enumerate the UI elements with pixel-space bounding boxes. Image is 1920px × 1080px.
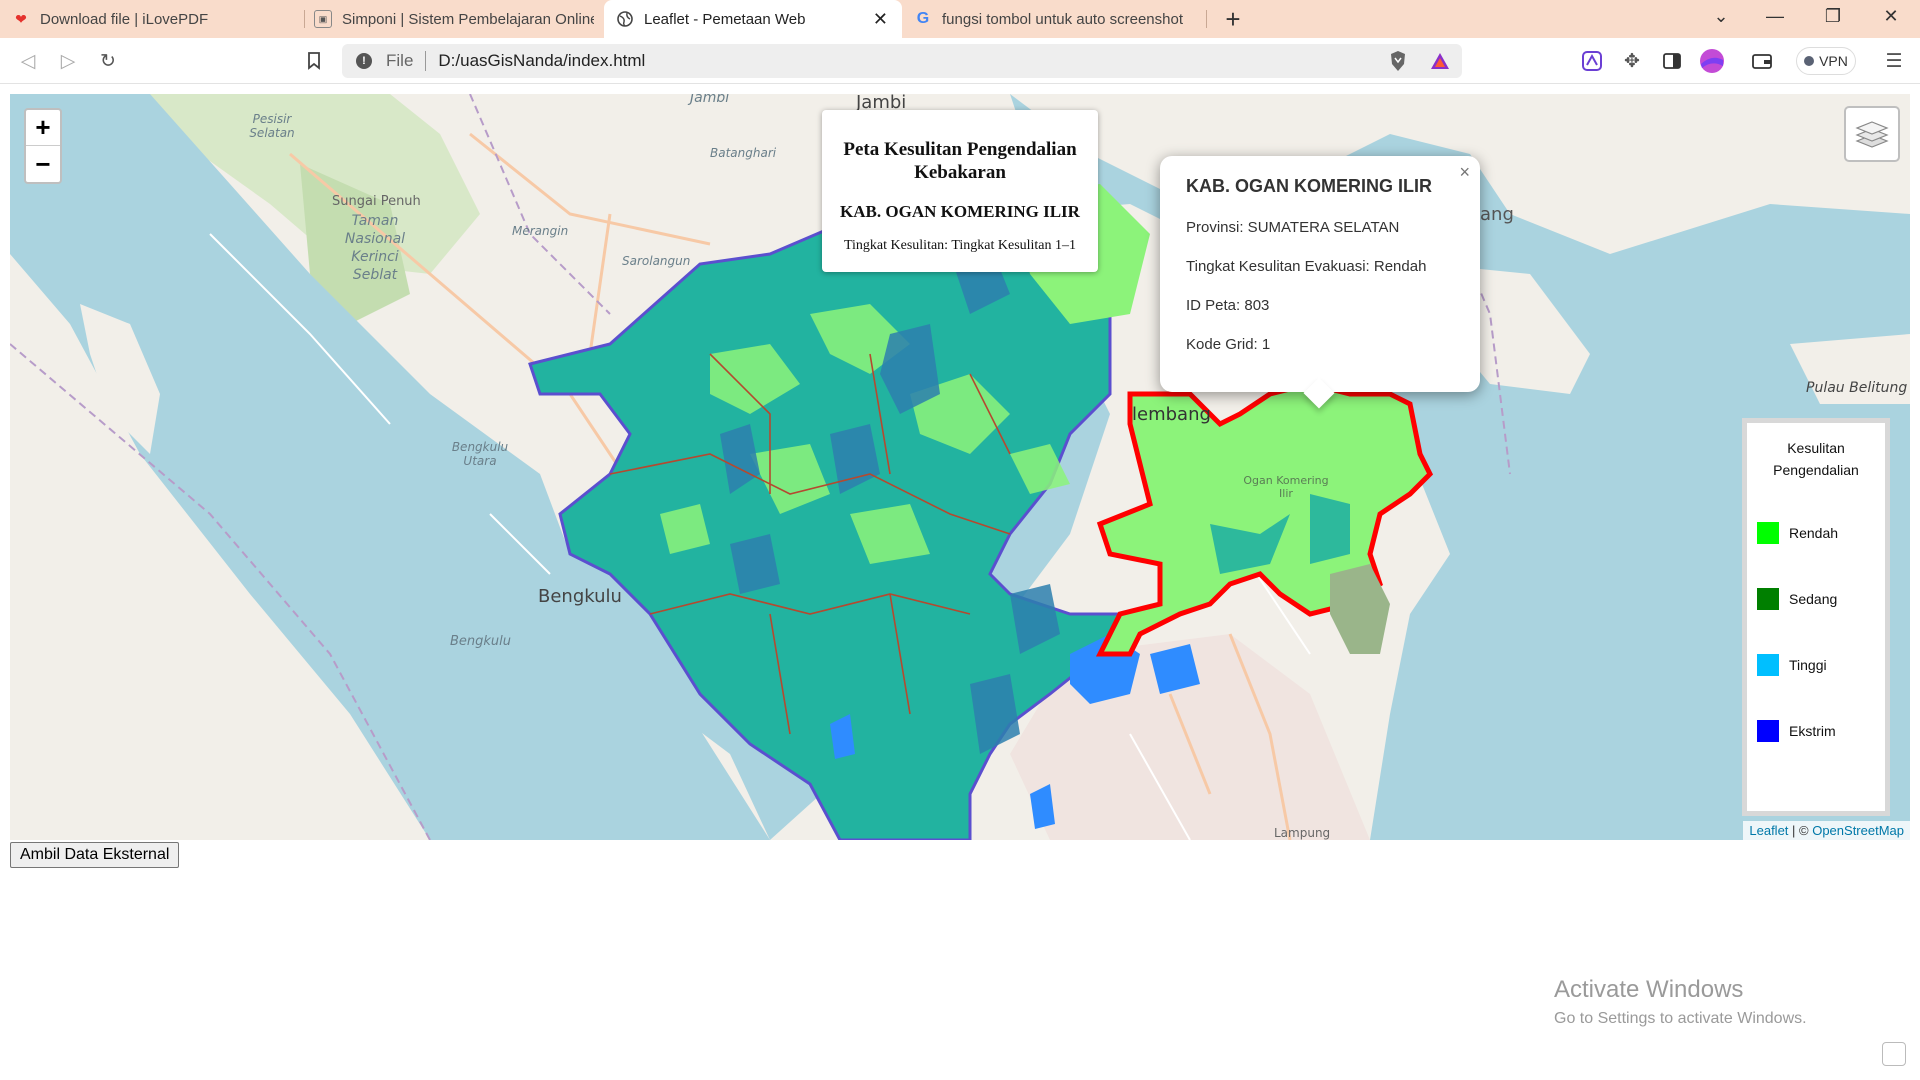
globe-icon [616, 10, 634, 28]
divider [425, 51, 427, 71]
popup-id-peta: ID Peta: 803 [1186, 297, 1270, 314]
feature-popup: × KAB. OGAN KOMERING ILIR Provinsi: SUMA… [1160, 156, 1480, 409]
openstreetmap-link[interactable]: OpenStreetMap [1812, 823, 1904, 838]
info-level: Tingkat Kesulitan: Tingkat Kesulitan 1–1 [843, 238, 1077, 253]
tab-simponi[interactable]: ▣ Simponi | Sistem Pembelajaran Online [314, 0, 594, 38]
legend-label: Tinggi [1789, 657, 1827, 673]
map-label-palembang: lembang [1132, 404, 1211, 425]
tab-title: Download file | iLovePDF [40, 10, 209, 28]
simponi-icon: ▣ [314, 10, 332, 28]
map-label-sungai-penuh: Sungai Penuh [332, 194, 421, 209]
legend-swatch [1757, 654, 1779, 676]
url-text: D:/uasGisNanda/index.html [438, 51, 646, 70]
legend-title: Kesulitan Pengendalian [1773, 440, 1859, 478]
tab-search-chevron-icon[interactable]: ⌄ [1706, 6, 1736, 27]
map-legend: Kesulitan Pengendalian Rendah Sedang Tin… [1742, 418, 1890, 816]
leo-icon[interactable] [1578, 47, 1606, 75]
zoom-control: + − [24, 108, 62, 184]
browser-toolbar: ◁ ▷ ↻ ! File D:/uasGisNanda/index.html ✥… [0, 38, 1920, 84]
map-label-jambi: Jambi [690, 94, 730, 106]
map-label-kerinci: Taman Nasional Kerinci Seblat [344, 213, 406, 283]
address-bar[interactable]: ! File D:/uasGisNanda/index.html [342, 44, 1462, 78]
legend-label: Sedang [1789, 591, 1838, 607]
tab-title: Simponi | Sistem Pembelajaran Online [342, 10, 594, 28]
map-label-batanghari: Batanghari [710, 146, 777, 160]
attribution-separator: | © [1788, 823, 1813, 838]
bookmark-icon[interactable] [300, 47, 328, 75]
map-label-bangka: ang [1480, 204, 1514, 225]
popup-provinsi: Provinsi: SUMATERA SELATAN [1186, 219, 1400, 236]
watermark-line1: Activate Windows [1554, 976, 1744, 1003]
sidebar-icon[interactable] [1658, 47, 1686, 75]
scheme-label: File [386, 51, 414, 70]
vpn-label: VPN [1819, 53, 1848, 69]
map-label-bengkulu-utara: Bengkulu Utara [451, 440, 509, 468]
info-title: Peta Kesulitan Pengendalian Kebakaran [843, 139, 1077, 183]
layers-icon [1855, 121, 1889, 148]
legend-swatch [1757, 720, 1779, 742]
legend-item-sedang: Sedang [1757, 587, 1875, 611]
map-label-ogan-komering-ilir: Ogan Komering Ilir [1243, 474, 1329, 500]
popup-close-button[interactable]: × [1459, 162, 1470, 183]
map-label-lampung: Lampung [1274, 826, 1331, 840]
legend-swatch [1757, 588, 1779, 610]
tab-google[interactable]: G fungsi tombol untuk auto screenshot [914, 0, 1204, 38]
map-label-bengkulu-province: Bengkulu [450, 634, 512, 649]
legend-item-ekstrim: Ekstrim [1757, 719, 1875, 743]
menu-icon[interactable]: ☰ [1880, 47, 1908, 75]
tab-title: Leaflet - Pemetaan Web [644, 10, 806, 28]
popup-tingkat: Tingkat Kesulitan Evakuasi: Rendah [1186, 258, 1427, 275]
fetch-external-data-button[interactable]: Ambil Data Eksternal [10, 842, 180, 868]
zoom-in-button[interactable]: + [26, 110, 60, 146]
brave-rewards-icon[interactable] [1426, 47, 1454, 75]
legend-label: Rendah [1789, 525, 1839, 541]
layers-control-button[interactable] [1844, 106, 1900, 162]
popup-title: KAB. OGAN KOMERING ILIR [1186, 176, 1432, 196]
tab-separator [304, 10, 305, 28]
legend-label: Ekstrim [1789, 723, 1836, 739]
reload-icon[interactable]: ↻ [94, 47, 122, 75]
vpn-status-icon [1804, 56, 1815, 66]
close-window-icon[interactable]: ✕ [1876, 6, 1906, 27]
map-attribution: Leaflet | © OpenStreetMap [1743, 821, 1910, 840]
info-region: KAB. OGAN KOMERING ILIR [840, 202, 1080, 221]
restore-icon[interactable]: ❐ [1818, 6, 1848, 27]
tab-separator [1206, 10, 1207, 28]
close-tab-icon[interactable]: ✕ [873, 9, 888, 30]
watermark-line2: Go to Settings to activate Windows. [1554, 1010, 1807, 1027]
map-label-bengkulu-city: Bengkulu [538, 586, 622, 607]
minimize-icon[interactable]: — [1760, 6, 1790, 27]
wallet-icon[interactable] [1748, 47, 1776, 75]
tab-bar: ❤ Download file | iLovePDF ▣ Simponi | S… [0, 0, 1920, 38]
zoom-out-button[interactable]: − [26, 146, 60, 182]
leaflet-map[interactable]: Jambi Jambi Pesisir Selatan Batanghari S… [10, 94, 1910, 840]
forward-icon[interactable]: ▷ [54, 47, 82, 75]
google-icon: G [916, 10, 930, 27]
info-control: Peta Kesulitan Pengendalian Kebakaran KA… [822, 110, 1098, 272]
vpn-button[interactable]: VPN [1796, 47, 1856, 75]
popup-kode-grid: Kode Grid: 1 [1186, 336, 1271, 353]
map-label-pesisir-selatan: Pesisir Selatan [249, 112, 295, 140]
brave-shield-icon[interactable] [1384, 47, 1412, 75]
leaflet-link[interactable]: Leaflet [1749, 823, 1788, 838]
tab-leaflet[interactable]: Leaflet - Pemetaan Web ✕ [604, 0, 902, 38]
avatar[interactable] [1698, 47, 1726, 75]
back-icon[interactable]: ◁ [14, 47, 42, 75]
legend-item-rendah: Rendah [1757, 521, 1875, 545]
new-tab-button[interactable]: + [1218, 4, 1248, 35]
map-label-belitung: Pulau Belitung [1806, 380, 1908, 396]
legend-swatch [1757, 522, 1779, 544]
activate-windows-watermark: Activate Windows Go to Settings to activ… [1554, 976, 1807, 1028]
legend-item-tinggi: Tinggi [1757, 653, 1875, 677]
notification-icon[interactable] [1882, 1042, 1906, 1066]
heart-icon: ❤ [15, 10, 27, 27]
map-label-sarolangun: Sarolangun [622, 254, 691, 268]
extensions-icon[interactable]: ✥ [1618, 47, 1646, 75]
tab-title: fungsi tombol untuk auto screenshot [942, 10, 1183, 28]
map-label-merangin: Merangin [512, 224, 569, 238]
info-icon[interactable]: ! [356, 53, 372, 69]
tab-ilovepdf[interactable]: ❤ Download file | iLovePDF [12, 0, 302, 38]
